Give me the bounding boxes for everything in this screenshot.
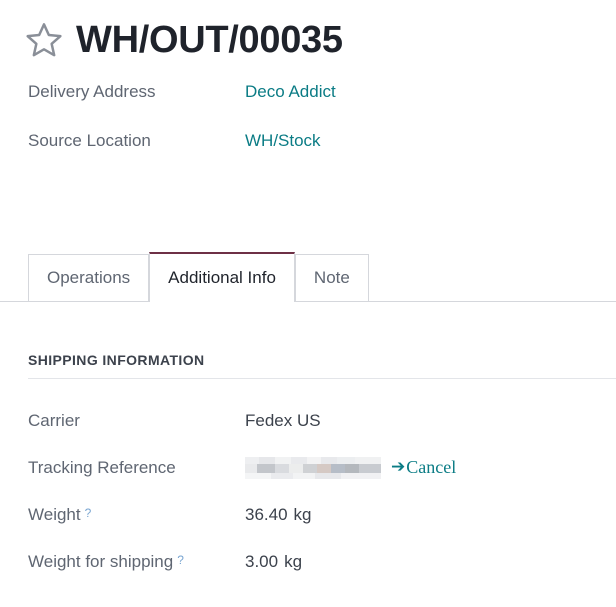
source-location-label: Source Location xyxy=(28,131,151,150)
cancel-button-label: Cancel xyxy=(406,457,457,477)
tracking-reference-label: Tracking Reference xyxy=(28,457,176,477)
field-row-tracking-reference: Tracking Reference ➔ Cancel xyxy=(28,444,616,491)
tab-operations[interactable]: Operations xyxy=(28,254,150,301)
weight-for-shipping-value-cell: 3.00 kg xyxy=(245,552,302,572)
tab-additional-info-label: Additional Info xyxy=(168,268,276,287)
field-row-carrier: Carrier Fedex US xyxy=(28,397,616,444)
weight-label-group: Weight ? xyxy=(28,505,245,525)
tab-additional-info[interactable]: Additional Info xyxy=(149,252,295,302)
field-row-weight: Weight ? 36.40 kg xyxy=(28,491,616,538)
tab-bar: Operations Additional Info Note xyxy=(0,252,616,302)
weight-for-shipping-value[interactable]: 3.00 xyxy=(245,552,278,572)
delivery-address-label: Delivery Address xyxy=(28,82,156,101)
weight-for-shipping-unit: kg xyxy=(284,551,303,571)
weight-for-shipping-help-icon[interactable]: ? xyxy=(177,554,184,566)
carrier-value[interactable]: Fedex US xyxy=(245,411,321,431)
weight-help-icon[interactable]: ? xyxy=(85,507,92,519)
weight-value-cell: 36.40 kg xyxy=(245,505,312,525)
tracking-reference-value-cell: ➔ Cancel xyxy=(245,456,456,479)
page-title: WH/OUT/00035 xyxy=(76,19,343,61)
tracking-reference-value-redacted[interactable] xyxy=(245,456,381,479)
field-row-delivery-address: Delivery Address Deco Addict xyxy=(28,82,616,131)
weight-for-shipping-label-group: Weight for shipping ? xyxy=(28,552,245,572)
delivery-address-value[interactable]: Deco Addict xyxy=(245,82,336,102)
weight-unit: kg xyxy=(293,504,312,524)
source-location-value[interactable]: WH/Stock xyxy=(245,131,321,151)
weight-value[interactable]: 36.40 xyxy=(245,505,288,525)
cancel-button[interactable]: ➔ Cancel xyxy=(391,457,456,478)
record-header: WH/OUT/00035 xyxy=(0,0,616,62)
weight-for-shipping-label: Weight for shipping xyxy=(28,551,174,571)
tab-note[interactable]: Note xyxy=(294,254,369,301)
section-body: Carrier Fedex US Tracking Reference ➔ Ca… xyxy=(28,379,616,585)
shipping-information-section: SHIPPING INFORMATION Carrier Fedex US Tr… xyxy=(0,352,616,585)
arrow-right-icon: ➔ xyxy=(391,457,406,477)
section-title: SHIPPING INFORMATION xyxy=(28,352,616,379)
carrier-label: Carrier xyxy=(28,410,80,430)
field-row-weight-for-shipping: Weight for shipping ? 3.00 kg xyxy=(28,538,616,585)
tab-operations-label: Operations xyxy=(47,268,131,287)
star-outline-icon[interactable] xyxy=(24,20,64,60)
carrier-value-cell: Fedex US xyxy=(245,411,321,431)
field-row-source-location: Source Location WH/Stock xyxy=(28,131,616,180)
weight-label: Weight xyxy=(28,504,81,524)
tab-note-label: Note xyxy=(313,268,350,287)
header-fields: Delivery Address Deco Addict Source Loca… xyxy=(0,62,616,180)
